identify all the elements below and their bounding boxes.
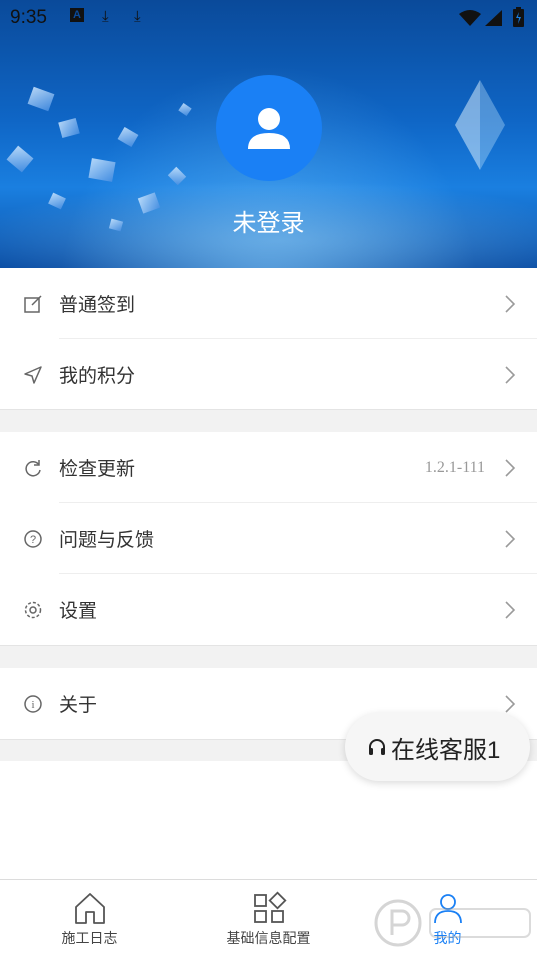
battery-icon: [513, 7, 524, 27]
menu-item-checkin[interactable]: 普通签到: [0, 268, 537, 339]
decor-cube: [27, 86, 55, 112]
svg-text:i: i: [31, 699, 34, 711]
online-service-button[interactable]: 在线客服1: [345, 713, 530, 781]
user-avatar-icon: [248, 108, 290, 149]
chevron-right-icon: [505, 365, 516, 384]
edit-square-icon: [22, 293, 44, 315]
signal-icon: [485, 10, 502, 26]
help-circle-icon: ?: [22, 528, 44, 550]
nav-tab-construction-log[interactable]: 施工日志: [0, 880, 179, 956]
decor-cube: [88, 158, 116, 182]
home-icon: [74, 893, 105, 924]
menu-item-settings[interactable]: 设置: [0, 574, 537, 645]
menu-item-label: 我的积分: [59, 366, 136, 387]
chevron-right-icon: [505, 600, 516, 619]
decor-cube: [58, 117, 80, 139]
menu-group-checkin: 普通签到 我的积分: [0, 268, 537, 410]
info-circle-icon: i: [22, 693, 44, 715]
chevron-right-icon: [505, 294, 516, 313]
download-icon: ⤓: [102, 8, 109, 25]
online-service-label: 在线客服1: [391, 736, 501, 764]
section-gap: [0, 409, 537, 432]
menu-item-label: 检查更新: [59, 459, 136, 480]
nav-label: 施工日志: [61, 930, 118, 946]
grid-icon: [253, 891, 287, 923]
chevron-right-icon: [505, 694, 516, 713]
menu-item-check-update[interactable]: 检查更新 1.2.1-111: [0, 432, 537, 503]
decor-cube: [178, 102, 192, 117]
menu-item-label: 普通签到: [59, 295, 136, 316]
menu-item-points[interactable]: 我的积分: [0, 339, 537, 410]
svg-text:?: ?: [30, 534, 36, 546]
status-bar: 9:35 A ⤓ ⤓: [0, 0, 537, 36]
avatar[interactable]: [216, 75, 322, 181]
gear-icon: [22, 599, 44, 621]
nav-tab-basic-info[interactable]: 基础信息配置: [179, 880, 358, 956]
login-status-label[interactable]: 未登录: [0, 203, 537, 238]
section-gap: [0, 645, 537, 668]
headset-icon: [369, 739, 385, 755]
decor-cube: [6, 145, 34, 173]
menu-item-label: 关于: [59, 695, 98, 716]
decor-cube: [117, 126, 139, 148]
version-value: 1.2.1-111: [424, 458, 485, 476]
menu-item-feedback[interactable]: ? 问题与反馈: [0, 503, 537, 574]
send-plane-icon: [22, 364, 44, 386]
refresh-icon: [22, 457, 44, 479]
menu-item-label: 设置: [59, 601, 98, 622]
wifi-icon: [459, 10, 481, 26]
status-time: 9:35: [10, 7, 47, 28]
chevron-right-icon: [505, 529, 516, 548]
crystal-decoration: [455, 80, 505, 170]
keyboard-a-icon: A: [70, 8, 84, 22]
download-icon: ⤓: [134, 8, 141, 25]
chevron-right-icon: [505, 458, 516, 477]
profile-header: 9:35 A ⤓ ⤓ 未登录: [0, 0, 537, 268]
nav-label: 基础信息配置: [226, 930, 311, 946]
menu-group-system: 检查更新 1.2.1-111 ? 问题与反馈 设置: [0, 432, 537, 645]
watermark-logo: [374, 899, 531, 947]
menu-item-label: 问题与反馈: [59, 530, 155, 551]
